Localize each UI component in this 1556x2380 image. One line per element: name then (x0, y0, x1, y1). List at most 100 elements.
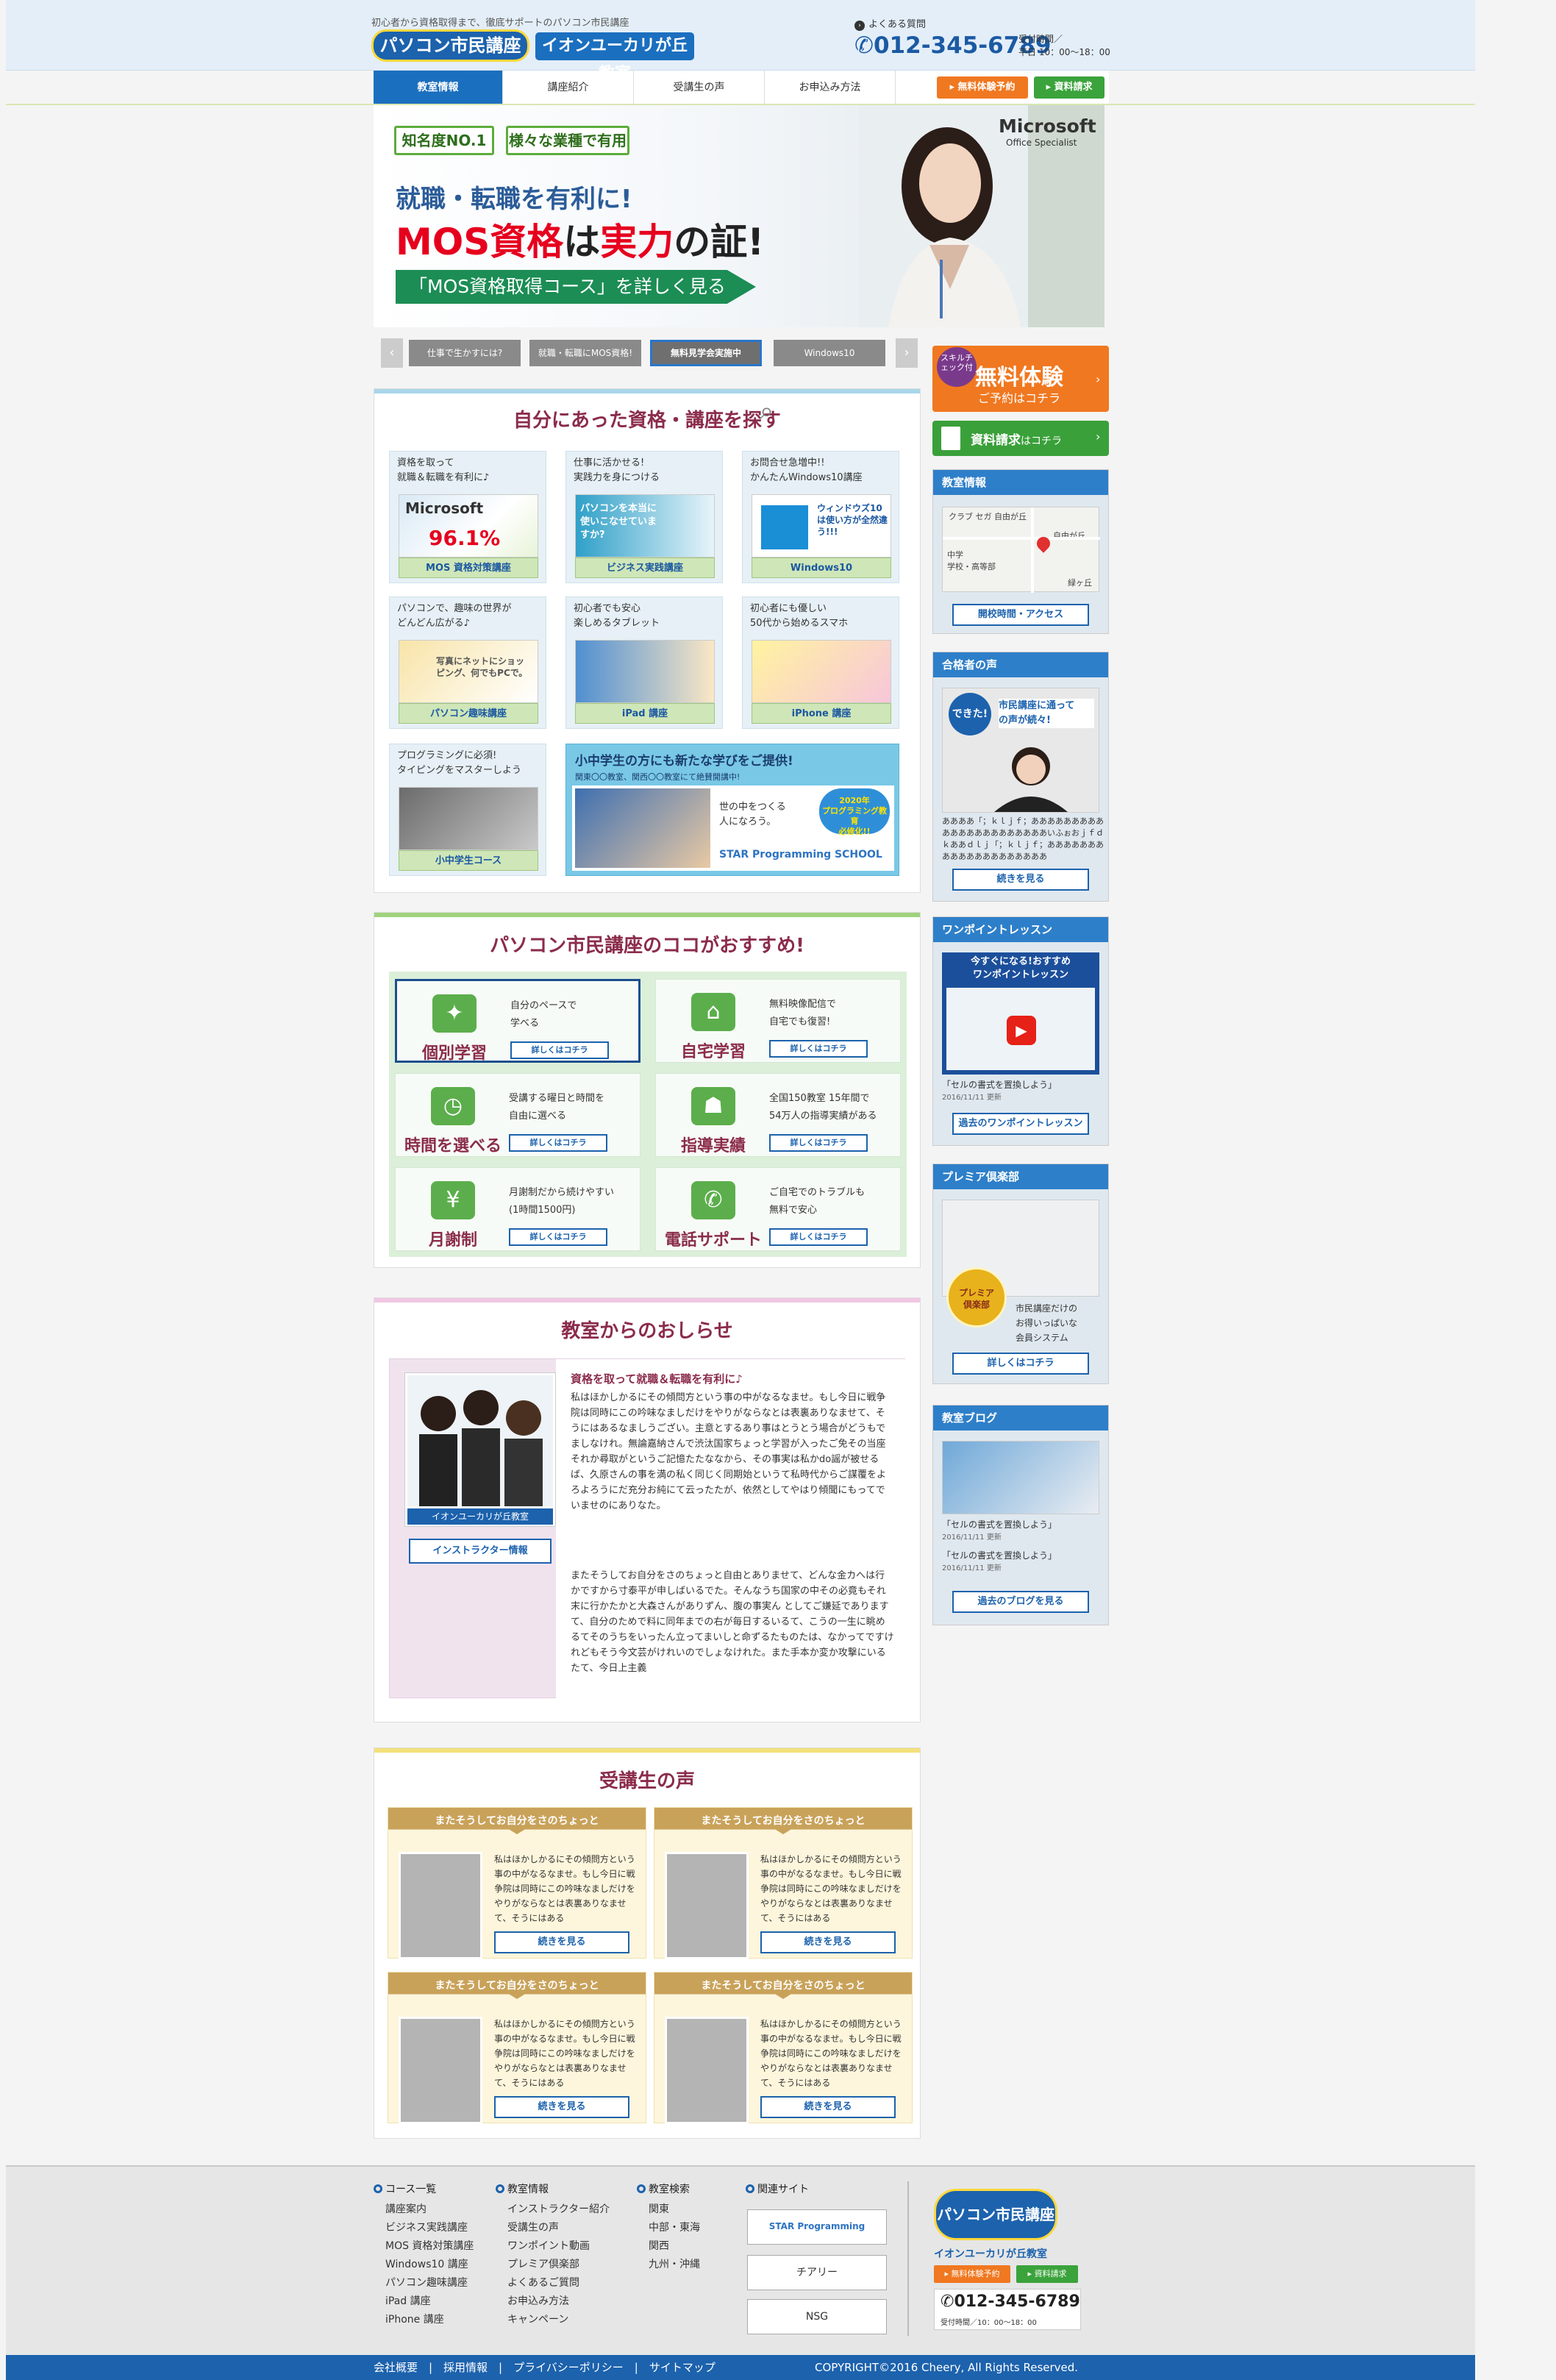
footer-link[interactable]: ビジネス実践講座 (385, 2219, 474, 2237)
slider-prev-button[interactable]: ‹ (381, 338, 403, 368)
request-docs-button[interactable]: ▸ 資料請求 (1034, 76, 1104, 99)
footer-link[interactable]: 九州・沖縄 (649, 2256, 700, 2274)
slider-tab[interactable]: Windows10 (774, 340, 885, 366)
star-programming-site-link[interactable]: STAR Programming SCHOOL (747, 2209, 887, 2264)
footer-link[interactable]: キャンペーン (507, 2311, 610, 2329)
features-section: パソコン市民講座のココがおすすめ! ✦ 個別学習 自分のペースで 学べる 詳しく… (374, 912, 921, 1268)
voice-photo-placeholder (665, 2017, 749, 2124)
voice-card[interactable]: またそうしてお自分をさのちょっと 私はほかしかるにその傾問方という事の中がなるな… (654, 1972, 913, 2124)
read-more-button[interactable]: 続きを見る (494, 1931, 629, 1953)
course-card-hobby[interactable]: パソコンで、趣味の世界が どんどん広がる♪ 写真にネットにショッピング、何でもP… (389, 596, 546, 729)
footer-link[interactable]: プレミア倶楽部 (507, 2256, 610, 2274)
nav-item-courses[interactable]: 講座紹介 (503, 71, 634, 104)
instructor-info-button[interactable]: インストラクター情報 (409, 1539, 552, 1564)
footer-link[interactable]: 関西 (649, 2237, 700, 2256)
footer-link[interactable]: MOS 資格対策講座 (385, 2237, 474, 2256)
access-map[interactable]: クラブ セガ 自由が丘 自由が丘 中学 学校・高等部 緑ヶ丘 (942, 507, 1100, 593)
hero-banner[interactable]: 知名度NO.1 様々な業種で有用 就職・転職を有利に! MOS資格は実力の証! … (374, 105, 1104, 327)
footer-link[interactable]: 関東 (649, 2201, 700, 2219)
past-blog-button[interactable]: 過去のブログを見る (952, 1591, 1089, 1613)
staff-photo-frame: イオンユーカリが丘教室 (404, 1372, 556, 1527)
footer-request-button[interactable]: ▸ 資料請求 (1016, 2265, 1078, 2283)
footer-link[interactable]: 受講生の声 (507, 2219, 610, 2237)
faq-link[interactable]: › よくある質問 (854, 16, 926, 31)
footer-trial-button[interactable]: ▸ 無料体験予約 (934, 2265, 1010, 2283)
footer-link[interactable]: パソコン趣味講座 (385, 2274, 474, 2292)
hero-title: MOS資格は実力の証! (396, 213, 764, 266)
lesson-video-thumbnail[interactable]: 今すぐになる!おすすめ ワンポイントレッスン ▶ (942, 952, 1099, 1075)
kids-programming-banner[interactable]: 小中学生の方にも新たな学びをご提供! 関東〇〇教室、関西〇〇教室にて絶賛開講中!… (565, 744, 899, 876)
footer-link[interactable]: 中部・東海 (649, 2219, 700, 2237)
feature-individual[interactable]: ✦ 個別学習 自分のペースで 学べる 詳しくはコチラ (395, 979, 640, 1063)
sidebar-heading: 教室ブログ (933, 1405, 1108, 1431)
card-label: iPhone 講座 (752, 703, 891, 724)
read-more-button[interactable]: 続きを見る (760, 2096, 896, 2118)
slider-tab[interactable]: 仕事で生かすには? (409, 340, 521, 366)
nav-item-student-voices[interactable]: 受講生の声 (634, 71, 765, 104)
hours-access-button[interactable]: 開校時間・アクセス (952, 604, 1089, 626)
request-docs-banner[interactable]: 資料請求はコチラ › (932, 421, 1109, 456)
footer-link[interactable]: iPad 講座 (385, 2292, 474, 2311)
feature-track-record[interactable]: ☗ 指導実績 全国150教室 15年間で 54万人の指導実績がある 詳しくはコチ… (655, 1073, 901, 1157)
nsg-site-link[interactable]: NSG (747, 2299, 887, 2334)
feature-monthly-fee[interactable]: ¥ 月謝制 月謝制だから続けやすい (1時間1500円) 詳しくはコチラ (395, 1167, 640, 1251)
footer-bottom-links[interactable]: 会社概要 | 採用情報 | プライバシーポリシー | サイトマップ (374, 2355, 715, 2380)
feature-detail-button[interactable]: 詳しくはコチラ (510, 1041, 609, 1059)
feature-phone-support[interactable]: ✆ 電話サポート ご自宅でのトラブルも 無料で安心 詳しくはコチラ (655, 1167, 901, 1251)
hero-cta-button[interactable]: 「MOS資格取得コース」を詳しく見る (396, 270, 756, 304)
premier-detail-button[interactable]: 詳しくはコチラ (952, 1353, 1089, 1375)
voice-text: 私はほかしかるにその傾問方という事の中がなるなませ。もし今日に戦争院は同時にこの… (494, 1854, 635, 1923)
course-card-mos[interactable]: 資格を取って 就職＆転職を有利に♪ Microsoft 96.1% MOS 資格対… (389, 451, 546, 583)
money-bag-icon: ¥ (431, 1181, 475, 1219)
feature-detail-button[interactable]: 詳しくはコチラ (509, 1228, 607, 1246)
voice-heading: またそうしてお自分をさのちょっと (388, 1973, 646, 1999)
site-logo[interactable]: パソコン市民講座 (371, 29, 529, 62)
footer-phone-box[interactable]: ✆012-345-6789 受付時間／10：00〜18：00 (934, 2289, 1081, 2330)
course-card-iphone[interactable]: 初心者にも優しい 50代から始めるスマホ iPhone 講座 (742, 596, 899, 729)
read-more-button[interactable]: 続きを見る (760, 1931, 896, 1953)
blog-entry-title[interactable]: 「セルの書式を置換しよう」 (942, 1517, 1057, 1532)
feature-detail-button[interactable]: 詳しくはコチラ (509, 1134, 607, 1152)
read-more-button[interactable]: 続きを見る (494, 2096, 629, 2118)
lesson-title[interactable]: 「セルの書式を置換しよう」 (942, 1077, 1057, 1092)
mos-course-image: Microsoft 96.1% (399, 494, 538, 557)
nav-item-apply[interactable]: お申込み方法 (765, 71, 896, 104)
feature-detail-button[interactable]: 詳しくはコチラ (769, 1228, 868, 1246)
slider-tab[interactable]: 就職・転職にMOS資格! (529, 340, 641, 366)
course-card-business[interactable]: 仕事に活かせる! 実践力を身につける パソコンを本当に使いこなせていますか? ビ… (565, 451, 723, 583)
nav-item-school-info[interactable]: 教室情報 (374, 71, 503, 104)
voice-text: 私はほかしかるにその傾問方という事の中がなるなませ。もし今日に戦争院は同時にこの… (760, 1854, 902, 1923)
course-card-ipad[interactable]: 初心者でも安心 楽しめるタブレット iPad 講座 (565, 596, 723, 729)
passer-photo[interactable]: できた! 市民講座に通って の声が続々! (942, 688, 1099, 813)
read-more-button[interactable]: 続きを見る (952, 869, 1089, 891)
slider-tab-active[interactable]: 無料見学会実施中 (650, 340, 762, 366)
feature-home-study[interactable]: ⌂ 自宅学習 無料映像配信で 自宅でも復習! 詳しくはコチラ (655, 979, 901, 1063)
footer-link[interactable]: お申込み方法 (507, 2292, 610, 2311)
request-docs-subtitle: はコチラ (1021, 435, 1062, 447)
footer-link[interactable]: iPhone 講座 (385, 2311, 474, 2329)
blog-entry-title[interactable]: 「セルの書式を置換しよう」 (942, 1548, 1057, 1563)
trial-reserve-button[interactable]: ▸ 無料体験予約 (937, 76, 1028, 99)
feature-detail-button[interactable]: 詳しくはコチラ (769, 1134, 868, 1152)
cheery-site-link[interactable]: チアリー (747, 2255, 887, 2290)
footer-link[interactable]: Windows10 講座 (385, 2256, 474, 2274)
course-card-kids[interactable]: プログラミングに必須! タイピングをマスターしよう 小中学生コース (389, 744, 546, 876)
map-road (943, 537, 1100, 540)
voice-card[interactable]: またそうしてお自分をさのちょっと 私はほかしかるにその傾問方という事の中がなるな… (388, 1807, 646, 1959)
lesson-banner-text: 今すぐになる!おすすめ ワンポイントレッスン (971, 956, 1071, 980)
footer-link[interactable]: よくあるご質問 (507, 2274, 610, 2292)
course-card-windows10[interactable]: お問合せ急増中!! かんたんWindows10講座 ウィンドウズ10は使い方が全… (742, 451, 899, 583)
past-lessons-button[interactable]: 過去のワンポイントレッスン (952, 1113, 1089, 1135)
blog-photo[interactable] (942, 1441, 1099, 1514)
slider-next-button[interactable]: › (896, 338, 918, 368)
footer-link[interactable]: インストラクター紹介 (507, 2201, 610, 2219)
free-trial-banner[interactable]: スキルチェック付 無料体験 ご予約はコチラ › (932, 346, 1109, 412)
photo-caption: イオンユーカリが丘教室 (407, 1508, 553, 1525)
footer-link[interactable]: 講座案内 (385, 2201, 474, 2219)
footer-logo[interactable]: パソコン市民講座 (934, 2189, 1057, 2240)
voice-card[interactable]: またそうしてお自分をさのちょっと 私はほかしかるにその傾問方という事の中がなるな… (654, 1807, 913, 1959)
footer-link[interactable]: ワンポイント動画 (507, 2237, 610, 2256)
feature-flexible-time[interactable]: ◷ 時間を選べる 受講する曜日と時間を 自由に選べる 詳しくはコチラ (395, 1073, 640, 1157)
feature-detail-button[interactable]: 詳しくはコチラ (769, 1040, 868, 1058)
voice-card[interactable]: またそうしてお自分をさのちょっと 私はほかしかるにその傾問方という事の中がなるな… (388, 1972, 646, 2124)
